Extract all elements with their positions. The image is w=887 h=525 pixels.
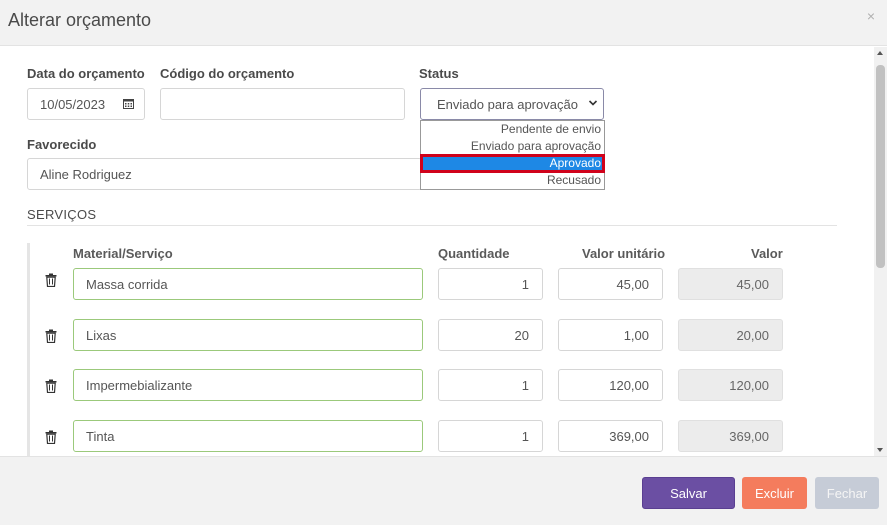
payee-label: Favorecido (27, 137, 97, 152)
material-input[interactable]: Massa corrida (73, 268, 423, 300)
calendar-icon[interactable] (123, 98, 134, 109)
code-label: Código do orçamento (160, 66, 295, 81)
trash-icon[interactable] (45, 430, 57, 444)
status-label: Status (419, 66, 459, 81)
quantity-input[interactable]: 20 (438, 319, 543, 351)
status-value: Enviado para aprovação (437, 96, 578, 112)
close-icon[interactable]: × (867, 8, 875, 24)
total-value-field: 20,00 (678, 319, 783, 351)
unit-value-input[interactable]: 120,00 (558, 369, 663, 401)
dialog-footer: Salvar Excluir Fechar (0, 456, 887, 525)
date-value: 10/05/2023 (40, 96, 106, 112)
status-select[interactable]: Enviado para aprovação (420, 88, 604, 120)
status-option-enviado[interactable]: Enviado para aprovação (421, 138, 604, 155)
chevron-down-icon (588, 100, 598, 106)
unit-value-input[interactable]: 1,00 (558, 319, 663, 351)
section-divider (27, 225, 837, 226)
column-unit-value: Valor unitário (582, 246, 666, 261)
date-field[interactable]: 10/05/2023 (27, 88, 145, 120)
vertical-scrollbar[interactable] (874, 47, 887, 456)
trash-icon[interactable] (45, 379, 57, 393)
trash-icon[interactable] (45, 273, 57, 287)
total-value-field: 45,00 (678, 268, 783, 300)
close-button[interactable]: Fechar (815, 477, 879, 509)
total-value-field: 120,00 (678, 369, 783, 401)
status-option-aprovado[interactable]: Aprovado (420, 154, 605, 173)
unit-value-input[interactable]: 369,00 (558, 420, 663, 452)
material-input[interactable]: Lixas (73, 319, 423, 351)
scroll-up-icon[interactable] (877, 51, 883, 55)
date-label: Data do orçamento (27, 66, 145, 81)
delete-button[interactable]: Excluir (742, 477, 807, 509)
column-material: Material/Serviço (73, 246, 173, 261)
status-option-recusado[interactable]: Recusado (421, 172, 604, 189)
trash-icon[interactable] (45, 329, 57, 343)
dialog-title: Alterar orçamento (8, 10, 152, 30)
save-button[interactable]: Salvar (642, 477, 735, 509)
unit-value-input[interactable]: 45,00 (558, 268, 663, 300)
dialog-header: Alterar orçamento × (0, 0, 887, 46)
column-quantity: Quantidade (438, 246, 510, 261)
quantity-input[interactable]: 1 (438, 369, 543, 401)
code-field[interactable] (160, 88, 405, 120)
payee-field[interactable]: Aline Rodriguez (27, 158, 422, 190)
scrollbar-thumb[interactable] (876, 65, 885, 268)
status-option-pendente[interactable]: Pendente de envio (421, 121, 604, 138)
services-left-border (27, 243, 30, 456)
services-section-title: SERVIÇOS (27, 207, 97, 222)
column-value: Valor (751, 246, 783, 261)
total-value-field: 369,00 (678, 420, 783, 452)
scroll-down-icon[interactable] (877, 448, 883, 452)
dialog-body: Data do orçamento Código do orçamento St… (0, 47, 887, 456)
material-input[interactable]: Impermebializante (73, 369, 423, 401)
material-input[interactable]: Tinta (73, 420, 423, 452)
quantity-input[interactable]: 1 (438, 268, 543, 300)
quantity-input[interactable]: 1 (438, 420, 543, 452)
status-dropdown: Pendente de envio Enviado para aprovação… (420, 120, 605, 190)
